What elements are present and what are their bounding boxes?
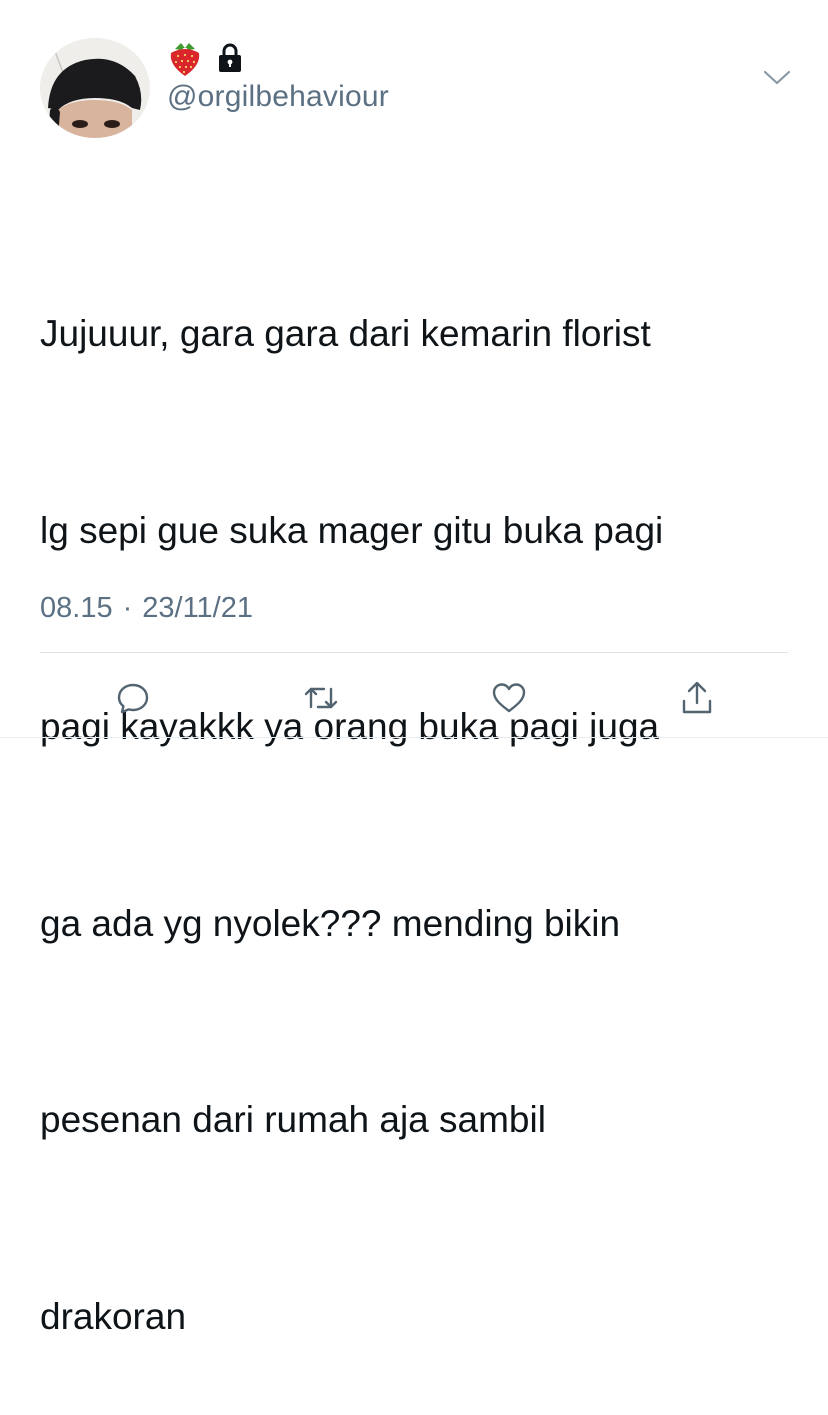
bottom-divider	[0, 737, 828, 738]
strawberry-icon	[167, 39, 203, 77]
timestamp-separator: ·	[122, 592, 133, 624]
reply-icon	[116, 681, 150, 715]
like-icon	[491, 681, 527, 715]
like-button[interactable]	[487, 676, 531, 720]
avatar[interactable]	[40, 38, 150, 138]
avatar-image	[40, 38, 150, 138]
tweet-line: pesenan dari rumah aja sambil	[40, 1099, 546, 1140]
tweet-line: drakoran	[40, 1295, 187, 1337]
tweet-date: 23/11/21	[142, 592, 253, 624]
tweet-line: Jujuuur, gara gara dari kemarin florist	[40, 313, 651, 354]
share-button[interactable]	[675, 676, 719, 720]
lock-icon	[217, 43, 243, 73]
tweet-text: Jujuuur, gara gara dari kemarin florist …	[40, 170, 800, 1415]
tweet-actions	[0, 670, 828, 726]
reply-button[interactable]	[111, 676, 155, 720]
tweet-time: 08.15	[40, 592, 113, 624]
tweet-line: lg sepi gue suka mager gitu buka pagi	[40, 509, 664, 551]
user-handle[interactable]: @orgilbehaviour	[167, 80, 389, 114]
tweet-timestamp[interactable]: 08.15 · 23/11/21	[40, 592, 253, 625]
retweet-icon	[302, 681, 340, 715]
tweet-line: ga ada yg nyolek??? mending bikin	[40, 902, 621, 944]
retweet-button[interactable]	[299, 676, 343, 720]
chevron-down-icon[interactable]	[762, 66, 792, 88]
display-name-row[interactable]	[167, 40, 243, 76]
divider	[40, 652, 788, 653]
share-icon	[680, 680, 714, 716]
